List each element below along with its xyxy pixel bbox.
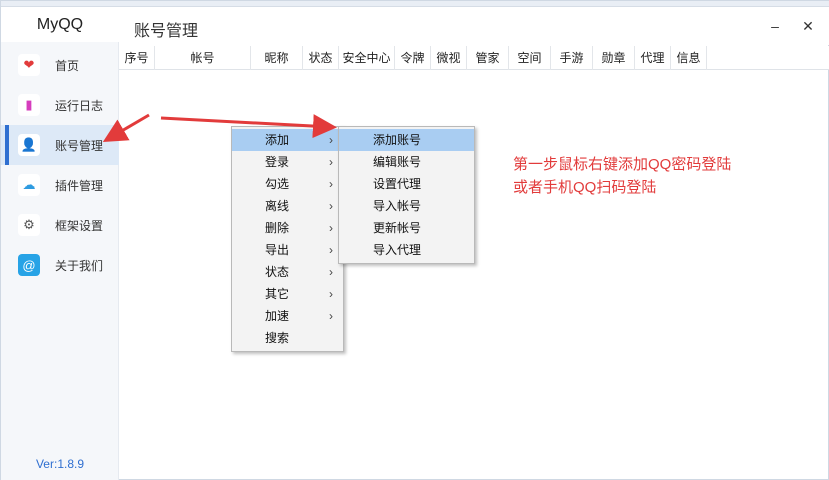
sidebar-item-label: 账号管理: [55, 138, 104, 153]
context-submenu: 添加账号 编辑账号 设置代理 导入帐号 更新帐号 导入代理: [338, 126, 475, 264]
sidebar-item-4[interactable]: ⚙ 框架设置: [1, 205, 119, 245]
column-header[interactable]: 微视: [431, 46, 467, 70]
context-menu-item[interactable]: 导出 ›: [232, 239, 343, 261]
chevron-right-icon: ›: [329, 243, 333, 257]
context-menu-item[interactable]: 添加 ›: [232, 129, 343, 151]
sidebar-item-5[interactable]: @ 关于我们: [1, 245, 119, 285]
column-header[interactable]: 序号: [119, 46, 155, 70]
chevron-right-icon: ›: [329, 265, 333, 279]
column-header[interactable]: 管家: [467, 46, 509, 70]
context-menu-item[interactable]: 勾选 ›: [232, 173, 343, 195]
submenu-item[interactable]: 导入帐号: [339, 195, 474, 217]
instruction-line-2: 或者手机QQ扫码登陆: [513, 179, 657, 196]
submenu-item[interactable]: 更新帐号: [339, 217, 474, 239]
chevron-right-icon: ›: [329, 199, 333, 213]
context-menu-item-label: 添加: [265, 133, 290, 147]
sidebar-item-3[interactable]: ☁ 插件管理: [1, 165, 119, 205]
instruction-annotation: 第一步鼠标右键添加QQ密码登陆 或者手机QQ扫码登陆: [513, 153, 731, 199]
sidebar-item-label: 关于我们: [55, 258, 104, 273]
context-menu-item[interactable]: 登录 ›: [232, 151, 343, 173]
column-header[interactable]: 信息: [671, 46, 707, 70]
context-menu: 添加 › 登录 › 勾选 › 离线 › 删除 › 导出 › 状态 › 其它 › 加速 › 搜索: [231, 126, 344, 352]
column-header[interactable]: 状态: [303, 46, 339, 70]
sidebar-item-label: 运行日志: [55, 98, 104, 113]
context-menu-item-label: 勾选: [265, 177, 290, 191]
minimize-button[interactable]: –: [766, 17, 784, 35]
chevron-right-icon: ›: [329, 309, 333, 323]
account-table-header: 序号 帐号 昵称 状态 安全中心 令牌 微视 管家 空间 手游 勋章 代理 信息: [119, 46, 829, 70]
app-window: MyQQ ❤ 首页 ▮ 运行日志 👤 账号管理 ☁ 插件管理 ⚙ 框架设置 @ 关于我们 Ver:1.…: [0, 0, 829, 480]
heart-icon: ❤: [18, 54, 40, 76]
sidebar-item-1[interactable]: ▮ 运行日志: [1, 85, 119, 125]
submenu-item[interactable]: 添加账号: [339, 129, 474, 151]
app-brand: MyQQ: [1, 7, 119, 42]
instruction-line-1: 第一步鼠标右键添加QQ密码登陆: [513, 156, 732, 173]
context-menu-item[interactable]: 离线 ›: [232, 195, 343, 217]
context-menu-item-label: 搜索: [265, 331, 290, 345]
column-header[interactable]: 空间: [509, 46, 551, 70]
context-menu-item-label: 导出: [265, 243, 290, 257]
context-menu-item-label: 状态: [265, 265, 290, 279]
gear-icon: ⚙: [18, 214, 40, 236]
context-menu-item[interactable]: 状态 ›: [232, 261, 343, 283]
context-menu-item-label: 离线: [265, 199, 290, 213]
context-menu-item-label: 删除: [265, 221, 290, 235]
cloud-icon: ☁: [18, 174, 40, 196]
sidebar-item-0[interactable]: ❤ 首页: [1, 45, 119, 85]
sidebar-item-2[interactable]: 👤 账号管理: [1, 125, 119, 165]
context-menu-item-label: 其它: [265, 287, 290, 301]
sidebar-item-label: 插件管理: [55, 178, 104, 193]
column-header[interactable]: 安全中心: [339, 46, 395, 70]
column-header[interactable]: 昵称: [251, 46, 303, 70]
submenu-item[interactable]: 设置代理: [339, 173, 474, 195]
sidebar-item-label: 首页: [55, 58, 80, 73]
column-header[interactable]: 勋章: [593, 46, 635, 70]
chevron-right-icon: ›: [329, 155, 333, 169]
page-title: 账号管理: [134, 23, 199, 40]
context-menu-item[interactable]: 其它 ›: [232, 283, 343, 305]
context-menu-item[interactable]: 搜索: [232, 327, 343, 349]
context-menu-item[interactable]: 加速 ›: [232, 305, 343, 327]
chevron-right-icon: ›: [329, 221, 333, 235]
at-icon: @: [18, 254, 40, 276]
submenu-item[interactable]: 导入代理: [339, 239, 474, 261]
context-menu-item-label: 加速: [265, 309, 290, 323]
submenu-item[interactable]: 编辑账号: [339, 151, 474, 173]
sidebar-item-label: 框架设置: [55, 218, 104, 233]
close-button[interactable]: ✕: [799, 17, 817, 35]
sidebar-nav: ❤ 首页 ▮ 运行日志 👤 账号管理 ☁ 插件管理 ⚙ 框架设置 @ 关于我们: [1, 45, 119, 285]
header: 账号管理 – ✕: [119, 7, 829, 45]
column-header[interactable]: 令牌: [395, 46, 431, 70]
chevron-right-icon: ›: [329, 177, 333, 191]
context-menu-item-label: 登录: [265, 155, 290, 169]
column-header[interactable]: 代理: [635, 46, 671, 70]
column-header[interactable]: 帐号: [155, 46, 251, 70]
bookmark-icon: ▮: [18, 94, 40, 116]
user-icon: 👤: [18, 134, 40, 156]
column-header[interactable]: 手游: [551, 46, 593, 70]
chevron-right-icon: ›: [329, 133, 333, 147]
chevron-right-icon: ›: [329, 287, 333, 301]
context-menu-item[interactable]: 删除 ›: [232, 217, 343, 239]
version-label: Ver:1.8.9: [35, 457, 85, 471]
